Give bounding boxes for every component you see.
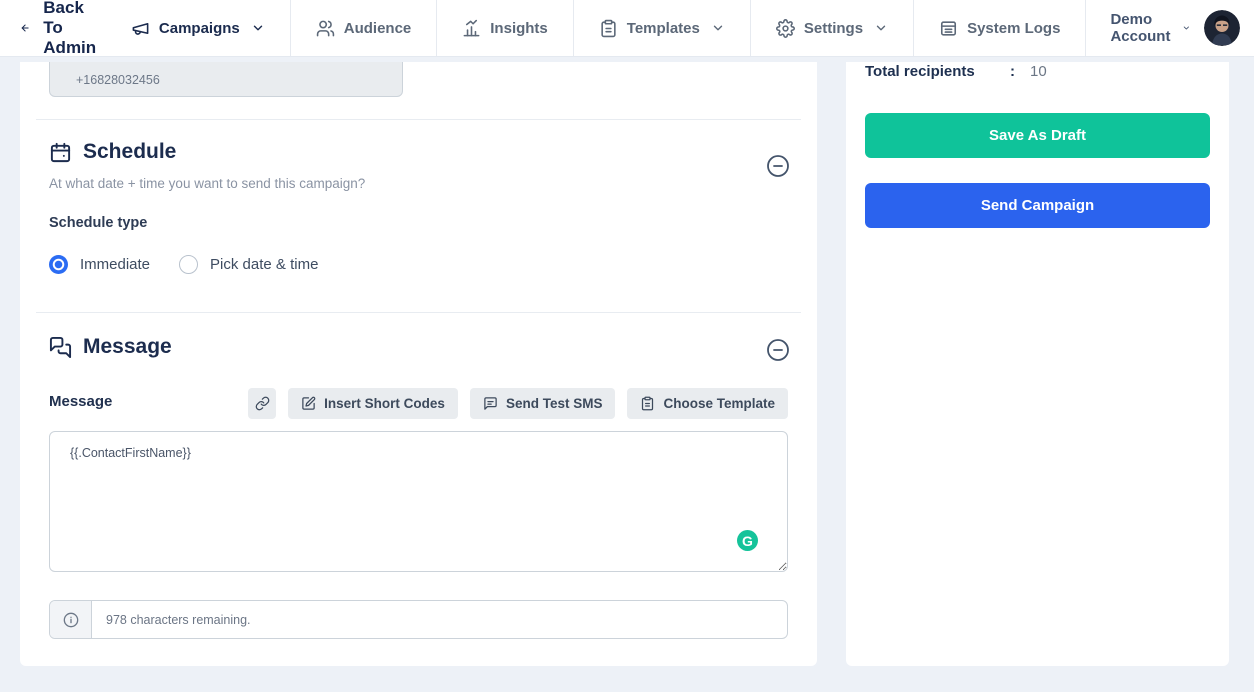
send-test-sms-button[interactable]: Send Test SMS: [469, 388, 616, 419]
pen-square-icon: [302, 396, 316, 410]
radio-unselected-icon[interactable]: [179, 255, 199, 274]
schedule-type-label: Schedule type: [49, 215, 148, 231]
nav-label-campaigns: Campaigns: [158, 19, 240, 37]
back-to-admin-button[interactable]: Back To Admin: [20, 0, 106, 57]
link-icon: [255, 396, 269, 411]
account-name-label: Demo Account: [1110, 11, 1171, 45]
total-recipients-value: 10: [1030, 63, 1047, 80]
account-menu-button[interactable]: Demo Account: [1096, 11, 1200, 45]
chat-bubbles-icon: [49, 336, 72, 358]
message-section-title: Message: [83, 335, 172, 358]
message-collapse-button[interactable]: [766, 338, 790, 362]
characters-remaining-group: 978 characters remaining.: [49, 600, 788, 639]
nav-item-settings[interactable]: Settings: [749, 0, 913, 56]
message-square-icon: [484, 397, 497, 410]
info-circle-icon: [63, 612, 78, 627]
user-photo-icon: [1204, 10, 1241, 46]
schedule-subtitle: At what date + time you want to send thi…: [49, 176, 366, 191]
section-divider: [36, 119, 801, 120]
chevron-down-icon: [253, 25, 262, 31]
section-divider: [36, 312, 801, 313]
templates-clipboard-icon: [601, 19, 616, 37]
minus-circle-icon: [767, 339, 789, 361]
minus-circle-icon: [767, 155, 789, 177]
nav-label-system-logs: System Logs: [967, 19, 1061, 37]
message-textarea[interactable]: {{.ContactFirstName}}: [49, 431, 788, 572]
insert-short-codes-label: Insert Short Codes: [324, 396, 445, 411]
save-as-draft-button[interactable]: Save As Draft: [865, 113, 1210, 158]
characters-remaining-text: 978 characters remaining.: [106, 612, 251, 627]
arrow-left-icon: [21, 24, 29, 32]
nav-label-insights: Insights: [490, 19, 548, 37]
message-section-header: Message: [49, 335, 172, 359]
choose-template-label: Choose Template: [663, 396, 775, 411]
sender-phone-number-field[interactable]: [49, 62, 403, 97]
schedule-collapse-button[interactable]: [766, 154, 790, 178]
nav-item-insights[interactable]: Insights: [436, 0, 573, 56]
clipboard-icon: [642, 396, 654, 411]
campaign-summary-card: Total recipients : 10 Save As Draft Send…: [846, 62, 1229, 666]
campaign-form-card: Schedule At what date + time you want to…: [20, 62, 817, 666]
send-test-sms-label: Send Test SMS: [505, 396, 603, 411]
total-recipients-row: Total recipients : 10: [865, 63, 1210, 80]
chevron-down-icon: [1183, 26, 1189, 30]
schedule-type-options: Immediate Pick date & time: [49, 255, 318, 274]
main-nav-menu: Campaigns Audience Insights Templates Se…: [106, 0, 1086, 56]
nav-label-audience: Audience: [343, 19, 412, 37]
megaphone-icon: [132, 22, 149, 35]
system-logs-icon: [941, 20, 957, 36]
schedule-section-title: Schedule: [83, 140, 177, 163]
radio-label-immediate: Immediate: [80, 256, 151, 273]
choose-template-button[interactable]: Choose Template: [627, 388, 788, 419]
nav-item-system-logs[interactable]: System Logs: [913, 0, 1085, 56]
top-navbar: Back To Admin Campaigns Audience Insight…: [0, 0, 1254, 57]
message-textarea-wrap: {{.ContactFirstName}} G: [49, 431, 788, 572]
audience-people-icon: [316, 20, 334, 36]
total-recipients-label: Total recipients: [865, 63, 975, 80]
back-to-admin-label: Back To Admin: [43, 0, 97, 57]
message-field-label: Message: [49, 393, 113, 410]
radio-option-immediate[interactable]: Immediate: [49, 255, 150, 274]
calendar-icon: [50, 142, 71, 162]
message-toolbar: Insert Short Codes Send Test SMS Choose …: [248, 388, 788, 419]
grammarly-icon[interactable]: G: [737, 530, 758, 551]
nav-item-audience[interactable]: Audience: [289, 0, 437, 56]
settings-gear-icon: [775, 18, 795, 38]
insert-link-button[interactable]: [248, 388, 277, 419]
nav-item-templates[interactable]: Templates: [572, 0, 750, 56]
chevron-down-icon: [713, 25, 723, 31]
insights-chart-icon: [463, 19, 480, 36]
chevron-down-icon: [876, 25, 886, 31]
account-area: Demo Account: [1085, 0, 1254, 56]
insert-short-codes-button[interactable]: Insert Short Codes: [288, 388, 458, 419]
char-addon: [50, 601, 92, 638]
nav-label-settings: Settings: [803, 19, 864, 37]
nav-item-campaigns[interactable]: Campaigns: [106, 0, 290, 56]
radio-label-pick-date-time: Pick date & time: [210, 256, 319, 273]
schedule-section-header: Schedule: [49, 140, 176, 164]
radio-selected-icon[interactable]: [49, 255, 68, 274]
avatar[interactable]: [1204, 10, 1241, 46]
nav-label-templates: Templates: [626, 19, 700, 37]
total-recipients-colon: :: [1010, 63, 1015, 80]
send-campaign-button[interactable]: Send Campaign: [865, 183, 1210, 228]
radio-option-pick-date-time[interactable]: Pick date & time: [179, 255, 318, 274]
